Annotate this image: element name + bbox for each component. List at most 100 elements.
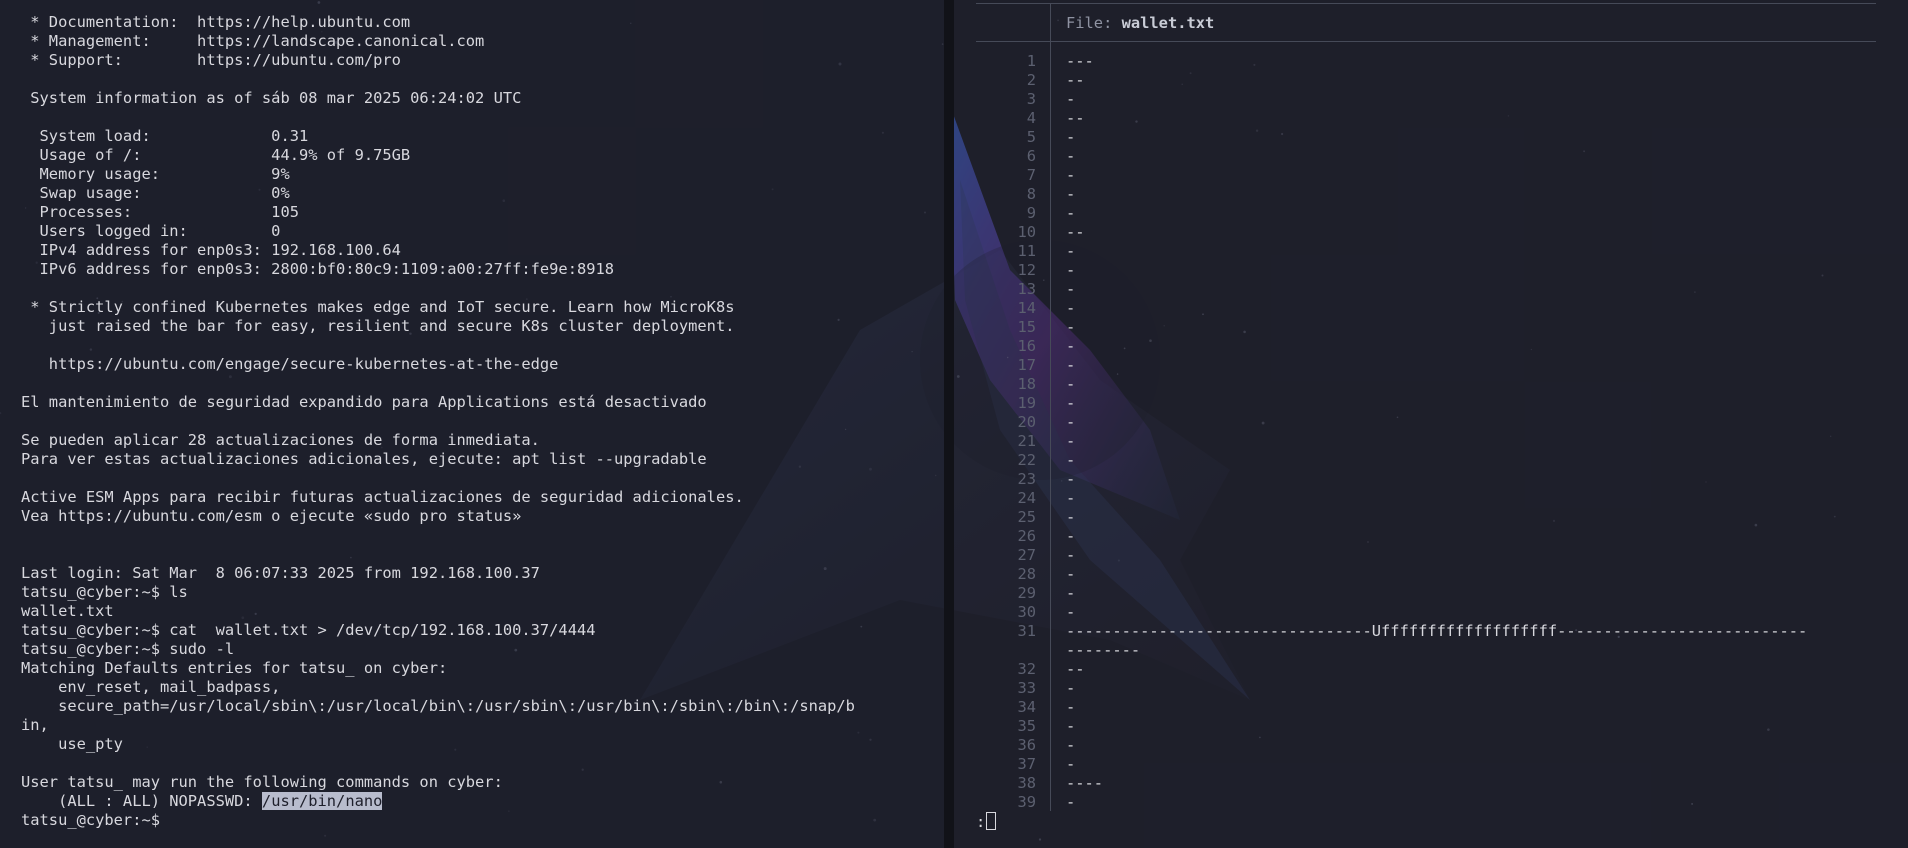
file-line: - bbox=[1066, 584, 1076, 602]
terminal-line: Users logged in: 0 bbox=[21, 222, 281, 240]
terminal-line: tatsu_@cyber:~$ cat wallet.txt > /dev/tc… bbox=[21, 621, 596, 639]
line-number: 29 bbox=[1017, 584, 1036, 602]
line-number: 28 bbox=[1017, 565, 1036, 583]
file-line: - bbox=[1066, 508, 1076, 526]
pager-command-prompt[interactable]: : bbox=[976, 812, 997, 831]
terminal-line: Memory usage: 9% bbox=[21, 165, 290, 183]
terminal-line: tatsu_@cyber:~$ sudo -l bbox=[21, 640, 235, 658]
line-number: 39 bbox=[1017, 793, 1036, 811]
line-number: 34 bbox=[1017, 698, 1036, 716]
terminal-line: Para ver estas actualizaciones adicional… bbox=[21, 450, 707, 468]
line-number: 2 bbox=[1026, 71, 1036, 89]
line-number: 25 bbox=[1017, 508, 1036, 526]
file-line: - bbox=[1066, 375, 1076, 393]
line-number: 24 bbox=[1017, 489, 1036, 507]
line-number: 36 bbox=[1017, 736, 1036, 754]
file-line: - bbox=[1066, 432, 1076, 450]
terminal-line: Se pueden aplicar 28 actualizaciones de … bbox=[21, 431, 540, 449]
file-line: -- bbox=[1066, 109, 1085, 127]
line-number: 38 bbox=[1017, 774, 1036, 792]
line-number: 5 bbox=[1026, 128, 1036, 146]
line-number: 7 bbox=[1026, 166, 1036, 184]
file-line: ---------------------------------Uffffff… bbox=[1066, 622, 1808, 640]
file-line: - bbox=[1066, 793, 1076, 811]
viewer-top-border bbox=[976, 3, 1876, 4]
file-line: - bbox=[1066, 280, 1076, 298]
line-number: 12 bbox=[1017, 261, 1036, 279]
file-line: - bbox=[1066, 546, 1076, 564]
terminal-line: System load: 0.31 bbox=[21, 127, 309, 145]
file-line: - bbox=[1066, 736, 1076, 754]
file-line: - bbox=[1066, 242, 1076, 260]
line-number: 14 bbox=[1017, 299, 1036, 317]
line-number: 8 bbox=[1026, 185, 1036, 203]
terminal-line: https://ubuntu.com/engage/secure-kuberne… bbox=[21, 355, 559, 373]
file-line: - bbox=[1066, 299, 1076, 317]
line-number: 13 bbox=[1017, 280, 1036, 298]
terminal-line: * Management: https://landscape.canonica… bbox=[21, 32, 485, 50]
line-number: 11 bbox=[1017, 242, 1036, 260]
file-header: File: wallet.txt bbox=[1066, 14, 1214, 33]
file-line: - bbox=[1066, 603, 1076, 621]
line-number: 22 bbox=[1017, 451, 1036, 469]
terminal-line: Last login: Sat Mar 8 06:07:33 2025 from… bbox=[21, 564, 540, 582]
terminal-pane[interactable]: * Documentation: https://help.ubuntu.com… bbox=[0, 0, 944, 848]
file-line: - bbox=[1066, 679, 1076, 697]
line-number: 17 bbox=[1017, 356, 1036, 374]
terminal-line: use_pty bbox=[21, 735, 123, 753]
terminal-line: wallet.txt bbox=[21, 602, 114, 620]
terminal-line: * Documentation: https://help.ubuntu.com bbox=[21, 13, 411, 31]
terminal-line: Active ESM Apps para recibir futuras act… bbox=[21, 488, 744, 506]
terminal-line: Matching Defaults entries for tatsu_ on … bbox=[21, 659, 448, 677]
file-line: - bbox=[1066, 204, 1076, 222]
file-line: - bbox=[1066, 147, 1076, 165]
line-number: 3 bbox=[1026, 90, 1036, 108]
line-number: 15 bbox=[1017, 318, 1036, 336]
file-line: - bbox=[1066, 356, 1076, 374]
file-viewer-pane[interactable]: File: wallet.txt 1 --- 2 -- 3 - 4 -- 5 -… bbox=[954, 0, 1908, 848]
terminal-line: * Strictly confined Kubernetes makes edg… bbox=[21, 298, 735, 316]
selected-nano-path[interactable]: /usr/bin/nano bbox=[261, 792, 383, 810]
file-line: - bbox=[1066, 318, 1076, 336]
file-line: - bbox=[1066, 470, 1076, 488]
file-line: -- bbox=[1066, 660, 1085, 678]
file-line: - bbox=[1066, 166, 1076, 184]
terminal-line: Processes: 105 bbox=[21, 203, 299, 221]
terminal-line: IPv6 address for enp0s3: 2800:bf0:80c9:1… bbox=[21, 260, 615, 278]
pager-colon: : bbox=[976, 813, 986, 831]
file-line: - bbox=[1066, 565, 1076, 583]
file-line: - bbox=[1066, 261, 1076, 279]
terminal-line: Usage of /: 44.9% of 9.75GB bbox=[21, 146, 411, 164]
terminal-prompt-line[interactable]: tatsu_@cyber:~$ bbox=[21, 811, 169, 830]
line-number: 21 bbox=[1017, 432, 1036, 450]
pane-divider[interactable] bbox=[944, 0, 954, 848]
terminal-line: System information as of sáb 08 mar 2025… bbox=[21, 89, 522, 107]
terminal-line: IPv4 address for enp0s3: 192.168.100.64 bbox=[21, 241, 401, 259]
terminal-line: Swap usage: 0% bbox=[21, 184, 290, 202]
file-line: ---- bbox=[1066, 774, 1104, 792]
file-line: --- bbox=[1066, 52, 1094, 70]
file-line: - bbox=[1066, 527, 1076, 545]
terminal-line: Vea https://ubuntu.com/esm o ejecute «su… bbox=[21, 507, 522, 525]
line-number: 26 bbox=[1017, 527, 1036, 545]
line-number: 31 bbox=[1017, 622, 1036, 640]
file-line: - bbox=[1066, 128, 1076, 146]
sudo-rule-prefix: (ALL : ALL) NOPASSWD: bbox=[21, 792, 262, 810]
line-number: 16 bbox=[1017, 337, 1036, 355]
terminal-line: env_reset, mail_badpass, bbox=[21, 678, 281, 696]
terminal-line: in, bbox=[21, 716, 49, 734]
line-number: 6 bbox=[1026, 147, 1036, 165]
file-label: File: bbox=[1066, 14, 1122, 32]
file-line: -------- bbox=[1066, 641, 1141, 659]
file-line: - bbox=[1066, 698, 1076, 716]
file-line: - bbox=[1066, 90, 1076, 108]
terminal-line: tatsu_@cyber:~$ ls bbox=[21, 583, 188, 601]
line-number: 37 bbox=[1017, 755, 1036, 773]
line-number: 10 bbox=[1017, 223, 1036, 241]
line-number: 23 bbox=[1017, 470, 1036, 488]
line-number: 9 bbox=[1026, 204, 1036, 222]
file-line: - bbox=[1066, 394, 1076, 412]
line-number: 32 bbox=[1017, 660, 1036, 678]
line-number: 33 bbox=[1017, 679, 1036, 697]
file-name: wallet.txt bbox=[1121, 14, 1215, 32]
